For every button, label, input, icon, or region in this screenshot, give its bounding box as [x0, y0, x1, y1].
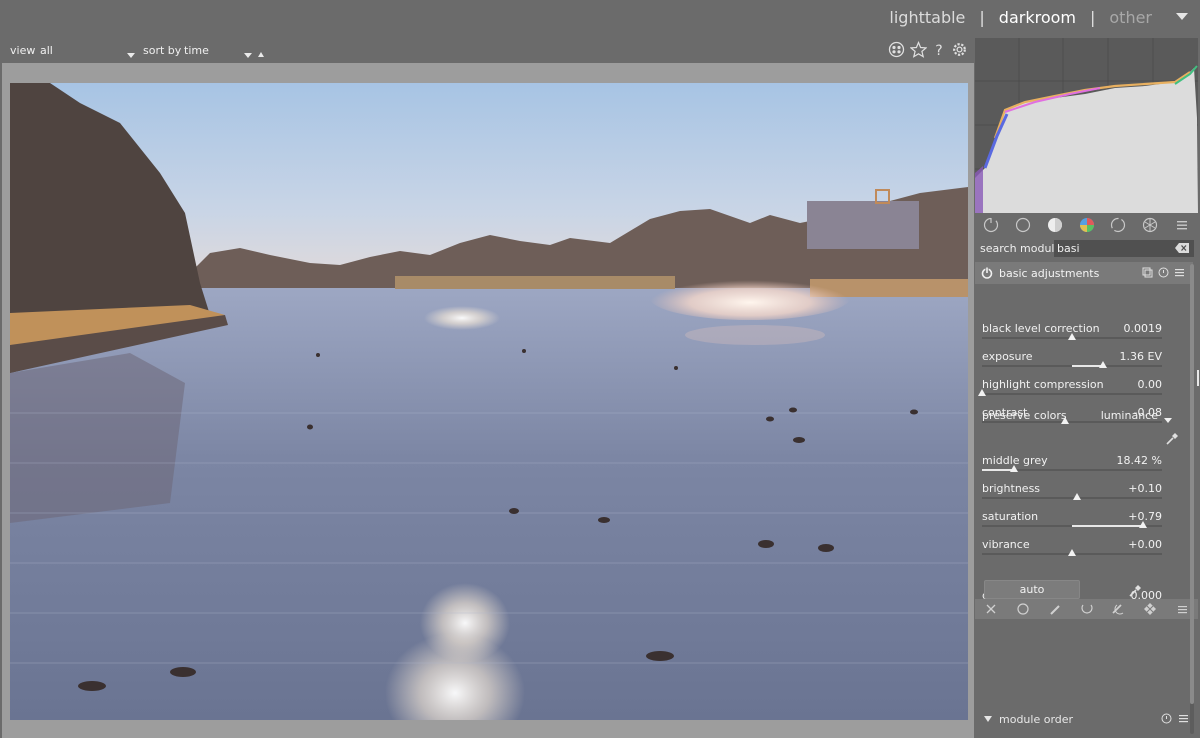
color-labels-icon[interactable] — [888, 41, 905, 58]
slider-knob[interactable] — [1068, 549, 1076, 556]
sort-order-icon[interactable] — [258, 47, 264, 60]
gear-icon[interactable] — [951, 41, 968, 58]
slider-brightness[interactable]: brightness +0.10 — [982, 482, 1162, 504]
base-group-icon[interactable] — [1007, 214, 1039, 236]
drawn-parametric-mask-icon[interactable] — [1102, 599, 1134, 619]
slider-knob[interactable] — [1139, 521, 1148, 528]
sort-by-value[interactable]: time — [184, 44, 209, 57]
slider-fill — [1072, 525, 1144, 527]
slider-knob[interactable] — [1068, 333, 1076, 340]
active-modules-icon[interactable] — [975, 214, 1007, 236]
right-panel: search module basic adjustments black le… — [975, 38, 1200, 738]
view-separator: | — [979, 8, 985, 27]
clear-icon[interactable] — [1175, 243, 1189, 256]
center-view — [2, 63, 974, 738]
slider-value: 0.0019 — [1123, 322, 1163, 335]
filter-bar: view all sort by time ? — [0, 38, 974, 63]
view-other[interactable]: other — [1109, 8, 1152, 27]
color-picker-icon[interactable] — [1165, 431, 1179, 450]
mouse-cursor — [1197, 370, 1199, 386]
slider-label: black level correction — [982, 322, 1100, 335]
power-icon[interactable] — [981, 267, 993, 282]
slider-black-level-correction[interactable]: black level correction 0.0019 — [982, 322, 1162, 344]
slider-track[interactable] — [982, 393, 1162, 395]
slider-middle-grey[interactable]: middle grey 18.42 % — [982, 454, 1162, 476]
slider-label: brightness — [982, 482, 1041, 495]
top-header: lighttable | darkroom | other — [0, 0, 1200, 38]
help-icon[interactable]: ? — [932, 41, 946, 58]
slider-exposure[interactable]: exposure 1.36 EV — [982, 350, 1162, 372]
star-icon[interactable] — [910, 41, 927, 58]
module-order-label: module order — [999, 713, 1074, 726]
chevron-down-icon[interactable] — [1176, 13, 1188, 20]
view-switcher: lighttable | darkroom | other — [889, 8, 1152, 27]
preserve-colors-value: luminance — [1100, 409, 1158, 422]
search-module: search module — [975, 238, 1198, 259]
svg-text:?: ? — [935, 43, 942, 58]
module-name: basic adjustments — [999, 267, 1100, 280]
slider-label: vibrance — [982, 538, 1030, 551]
raster-mask-icon[interactable] — [1134, 599, 1166, 619]
panel-scrollbar[interactable] — [1190, 264, 1194, 734]
effect-group-icon[interactable] — [1134, 214, 1166, 236]
reset-icon[interactable] — [1158, 267, 1169, 281]
chevron-down-icon — [1164, 413, 1172, 426]
view-filter-label: view — [10, 44, 36, 57]
blend-off-icon[interactable] — [975, 599, 1007, 619]
view-filter-value[interactable]: all — [40, 44, 53, 57]
slider-value: 1.36 EV — [1119, 350, 1162, 363]
correct-group-icon[interactable] — [1102, 214, 1134, 236]
slider-knob[interactable] — [1073, 493, 1082, 500]
slider-knob[interactable] — [978, 389, 986, 396]
chevron-down-icon[interactable] — [127, 48, 135, 61]
sort-by-label: sort by — [143, 44, 182, 57]
view-separator: | — [1089, 8, 1096, 27]
basic-adjustments-module: basic adjustments black level correction… — [975, 262, 1193, 618]
slider-knob[interactable] — [1098, 361, 1107, 368]
auto-button[interactable]: auto — [984, 580, 1080, 599]
module-order[interactable]: module order — [975, 710, 1198, 730]
menu-icon[interactable] — [1178, 713, 1189, 727]
slider-value: 0.00 — [1137, 378, 1163, 391]
menu-icon[interactable] — [1166, 214, 1198, 236]
search-input[interactable] — [1054, 240, 1194, 257]
chevron-down-icon — [984, 716, 992, 722]
view-darkroom[interactable]: darkroom — [999, 8, 1076, 27]
reset-icon[interactable] — [1161, 713, 1172, 727]
color-group-icon[interactable] — [1071, 214, 1103, 236]
menu-icon[interactable] — [1174, 267, 1185, 281]
slider-track[interactable] — [982, 497, 1162, 499]
histogram[interactable] — [975, 38, 1198, 213]
module-groups — [975, 214, 1198, 236]
slider-label: saturation — [982, 510, 1039, 523]
presets-icon[interactable] — [1142, 267, 1153, 281]
chevron-down-icon[interactable] — [244, 48, 252, 61]
slider-vibrance[interactable]: vibrance +0.00 — [982, 538, 1162, 560]
slider-value: +0.10 — [1128, 482, 1162, 495]
preserve-colors-label: preserve colors — [982, 409, 1067, 422]
view-lighttable[interactable]: lighttable — [889, 8, 965, 27]
module-header[interactable]: basic adjustments — [975, 262, 1193, 284]
drawn-mask-icon[interactable] — [1039, 599, 1071, 619]
slider-value: 18.42 % — [1116, 454, 1162, 467]
slider-label: exposure — [982, 350, 1033, 363]
slider-label: highlight compression — [982, 378, 1104, 391]
tone-group-icon[interactable] — [1039, 214, 1071, 236]
uniform-blend-icon[interactable] — [1007, 599, 1039, 619]
slider-value: +0.00 — [1128, 538, 1162, 551]
image-preview[interactable] — [10, 83, 968, 720]
slider-saturation[interactable]: saturation +0.79 — [982, 510, 1162, 532]
scrollbar-thumb[interactable] — [1190, 264, 1194, 704]
slider-knob[interactable] — [1010, 465, 1019, 472]
blend-modes-bar — [975, 599, 1198, 619]
preserve-colors-combo[interactable]: preserve colors luminance — [982, 409, 1172, 425]
parametric-mask-icon[interactable] — [1071, 599, 1103, 619]
search-module-label: search module — [980, 242, 1062, 255]
slider-highlight-compression[interactable]: highlight compression 0.00 — [978, 378, 1163, 400]
